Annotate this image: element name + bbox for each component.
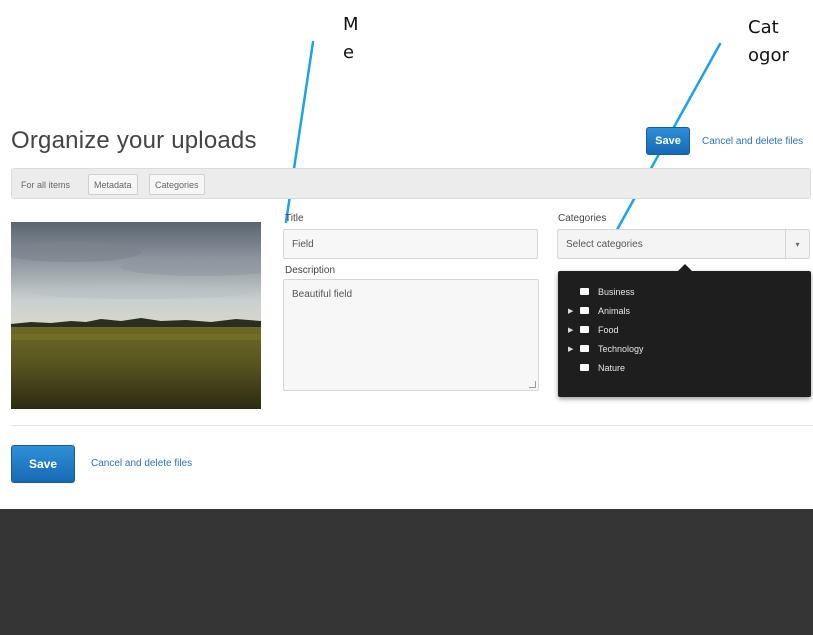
section-divider	[11, 425, 813, 426]
tab-all-items[interactable]: For all items	[16, 174, 75, 195]
cancel-delete-link-top[interactable]: Cancel and delete files	[702, 136, 803, 147]
tab-metadata[interactable]: Metadata	[88, 174, 138, 195]
categories-label: Categories	[558, 213, 607, 224]
description-label: Description	[285, 265, 336, 276]
category-option-nature[interactable]: Nature	[558, 358, 811, 377]
chevron-down-icon[interactable]: ▾	[785, 230, 809, 258]
triangle-right-icon[interactable]: ▶	[568, 307, 573, 315]
page-footer	[0, 509, 813, 635]
category-option-label: Business	[598, 286, 635, 297]
category-option-label: Food	[598, 324, 619, 335]
triangle-right-icon[interactable]: ▶	[568, 326, 573, 334]
title-input[interactable]: Field	[283, 229, 538, 259]
page-title: Organize your uploads	[11, 127, 257, 154]
category-option-label: Nature	[598, 362, 626, 373]
title-label: Title	[285, 213, 304, 224]
save-button-top[interactable]: Save	[646, 127, 690, 155]
categories-select[interactable]: Select categories ▾	[557, 229, 810, 259]
categories-callout-label: Cat ogor	[748, 17, 789, 66]
tab-categories[interactable]: Categories	[149, 174, 205, 195]
save-button-bottom[interactable]: Save	[11, 445, 75, 483]
description-value: Beautiful field	[292, 289, 353, 300]
description-textarea[interactable]: Beautiful field	[283, 279, 539, 391]
checkbox-icon[interactable]	[580, 307, 589, 314]
metadata-callout-label: M e	[343, 14, 359, 63]
resize-handle-icon[interactable]	[529, 381, 536, 388]
tab-bar: For all items Metadata Categories	[11, 168, 811, 199]
upload-thumbnail-image	[11, 222, 261, 409]
categories-dropdown: Business ▶ Animals ▶ Food ▶ Technology N…	[558, 264, 811, 397]
category-option-label: Technology	[598, 343, 644, 354]
checkbox-icon[interactable]	[580, 326, 589, 333]
category-option-label: Animals	[598, 305, 631, 316]
category-option-animals[interactable]: ▶ Animals	[558, 301, 811, 320]
category-option-business[interactable]: Business	[558, 282, 811, 301]
triangle-right-icon[interactable]: ▶	[568, 345, 573, 353]
checkbox-icon[interactable]	[580, 345, 589, 352]
field-photo-graphic	[11, 222, 261, 409]
category-option-technology[interactable]: ▶ Technology	[558, 339, 811, 358]
categories-placeholder: Select categories	[566, 238, 643, 250]
checkbox-icon[interactable]	[580, 364, 589, 371]
category-option-food[interactable]: ▶ Food	[558, 320, 811, 339]
cancel-delete-link-bottom[interactable]: Cancel and delete files	[91, 458, 192, 469]
checkbox-icon[interactable]	[580, 288, 589, 295]
